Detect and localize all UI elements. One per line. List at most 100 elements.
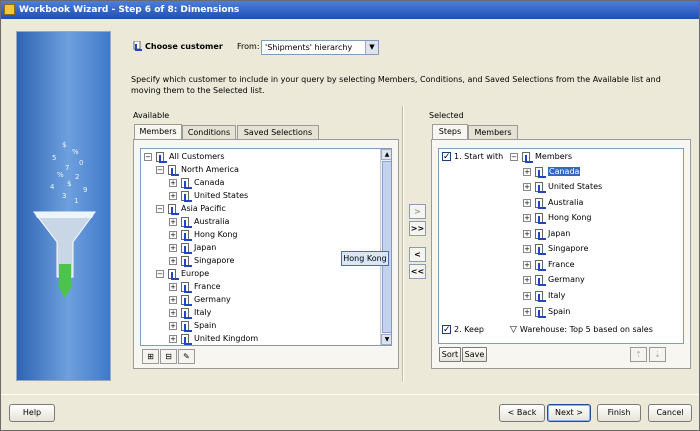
svg-text:$: $ [67, 180, 71, 188]
selected-member-row[interactable]: + Japan [523, 227, 570, 240]
expand-icon[interactable]: + [523, 198, 531, 207]
expand-icon[interactable]: + [169, 256, 177, 265]
hierarchy-icon [534, 274, 546, 286]
expand-icon[interactable]: + [169, 191, 177, 200]
move-all-right-button[interactable]: >> [409, 221, 426, 236]
collapse-icon[interactable]: − [510, 152, 518, 161]
expand-icon[interactable]: + [523, 213, 531, 222]
expand-icon[interactable]: + [169, 217, 177, 226]
expand-icon[interactable]: + [169, 334, 177, 343]
scroll-down-icon[interactable]: ▼ [381, 334, 391, 345]
tree-item[interactable]: + United Kingdom [169, 332, 258, 345]
tree-item[interactable]: + Spain [169, 319, 216, 332]
tab-steps[interactable]: Steps [432, 124, 468, 139]
expand-icon[interactable]: + [169, 178, 177, 187]
drag-tooltip: Hong Kong [341, 251, 389, 266]
tree-item[interactable]: + Hong Kong [169, 228, 238, 241]
save-button[interactable]: Save [462, 347, 487, 362]
tree-item[interactable]: − North America [156, 163, 239, 176]
step-2-rule[interactable]: ▽ Warehouse: Top 5 based on sales [510, 323, 653, 336]
selected-member-row[interactable]: + Spain [523, 305, 570, 318]
scroll-up-icon[interactable]: ▲ [381, 149, 391, 160]
hierarchy-icon [180, 307, 192, 319]
expand-icon[interactable]: + [523, 182, 531, 191]
expand-icon[interactable]: + [523, 260, 531, 269]
expand-icon[interactable]: + [523, 307, 531, 316]
expand-icon[interactable]: + [169, 282, 177, 291]
selected-member-row[interactable]: + Italy [523, 289, 565, 302]
expand-icon[interactable]: + [523, 167, 531, 176]
expand-icon[interactable]: + [169, 321, 177, 330]
expand-icon[interactable]: + [523, 291, 531, 300]
tree-item[interactable]: + Italy [169, 306, 211, 319]
wizard-window: Workbook Wizard - Step 6 of 8: Dimension… [0, 0, 700, 431]
steps-list[interactable]: ✓ 1. Start with − Members + Canada + United … [438, 148, 684, 344]
move-all-left-button[interactable]: << [409, 264, 426, 279]
chevron-down-icon[interactable]: ▼ [365, 41, 378, 54]
tab-selected-members[interactable]: Members [468, 125, 518, 139]
move-left-button[interactable]: < [409, 247, 426, 262]
tree-item[interactable]: − All Customers [144, 150, 225, 163]
expand-icon[interactable]: + [523, 244, 531, 253]
move-right-button[interactable]: > [409, 204, 426, 219]
hierarchy-icon [180, 216, 192, 228]
footer-divider [1, 394, 699, 395]
check-icon[interactable]: ✓ [442, 152, 451, 162]
svg-text:9: 9 [83, 186, 87, 194]
help-button[interactable]: Help [9, 404, 55, 422]
available-tree[interactable]: − All Customers − North America + Canada + U… [140, 148, 392, 346]
tree-tool-1-icon[interactable]: ⊞ [142, 349, 159, 364]
find-member-icon[interactable]: ✎ [178, 349, 195, 364]
tab-members[interactable]: Members [134, 124, 182, 139]
scroll-thumb[interactable] [382, 161, 391, 333]
next-button[interactable]: Next > [547, 404, 591, 422]
back-button[interactable]: < Back [499, 404, 545, 422]
expand-icon[interactable]: + [169, 243, 177, 252]
svg-text:5: 5 [52, 154, 56, 162]
from-label: From: [237, 42, 260, 51]
step-2-row[interactable]: ✓ 2. Keep [442, 323, 484, 336]
tree-item[interactable]: + France [169, 280, 221, 293]
step-1-members-node[interactable]: − Members [510, 150, 572, 163]
step-1-row[interactable]: ✓ 1. Start with [442, 150, 503, 163]
hierarchy-icon [180, 255, 192, 267]
available-scrollbar[interactable]: ▲ ▼ [380, 149, 391, 345]
tree-item[interactable]: + Japan [169, 241, 216, 254]
tree-item[interactable]: + Germany [169, 293, 231, 306]
expand-icon[interactable]: + [169, 295, 177, 304]
check-icon[interactable]: ✓ [442, 325, 451, 335]
tab-saved-selections[interactable]: Saved Selections [237, 125, 319, 139]
selected-member-row[interactable]: + Hong Kong [523, 211, 592, 224]
selected-member-row[interactable]: + Germany [523, 273, 585, 286]
selected-member-row[interactable]: + United States [523, 180, 602, 193]
selected-member-row[interactable]: + France [523, 258, 575, 271]
move-step-down-icon[interactable]: ⇣ [649, 347, 666, 362]
expand-icon[interactable]: + [169, 308, 177, 317]
collapse-icon[interactable]: − [156, 165, 164, 174]
tree-tool-2-icon[interactable]: ⊟ [160, 349, 177, 364]
hierarchy-icon [167, 268, 179, 280]
finish-button[interactable]: Finish [597, 404, 641, 422]
from-hierarchy-select[interactable]: 'Shipments' hierarchy ▼ [261, 40, 379, 55]
tree-item[interactable]: + Australia [169, 215, 229, 228]
svg-text:$: $ [62, 141, 66, 149]
cancel-button[interactable]: Cancel [648, 404, 692, 422]
tree-item[interactable]: − Europe [156, 267, 209, 280]
tree-item[interactable]: + United States [169, 189, 248, 202]
collapse-icon[interactable]: − [156, 269, 164, 278]
hierarchy-icon [180, 229, 192, 241]
selected-member-row[interactable]: + Canada [523, 165, 581, 178]
tree-item[interactable]: + Canada [169, 176, 224, 189]
expand-icon[interactable]: + [523, 275, 531, 284]
selected-member-row[interactable]: + Australia [523, 196, 583, 209]
tree-item[interactable]: − Asia Pacific [156, 202, 226, 215]
tab-conditions[interactable]: Conditions [182, 125, 236, 139]
expand-icon[interactable]: + [523, 229, 531, 238]
selected-member-row[interactable]: + Singapore [523, 242, 588, 255]
move-step-up-icon[interactable]: ⇡ [630, 347, 647, 362]
collapse-icon[interactable]: − [144, 152, 152, 161]
tree-item[interactable]: + Singapore [169, 254, 234, 267]
collapse-icon[interactable]: − [156, 204, 164, 213]
expand-icon[interactable]: + [169, 230, 177, 239]
sort-button[interactable]: Sort [439, 347, 461, 362]
